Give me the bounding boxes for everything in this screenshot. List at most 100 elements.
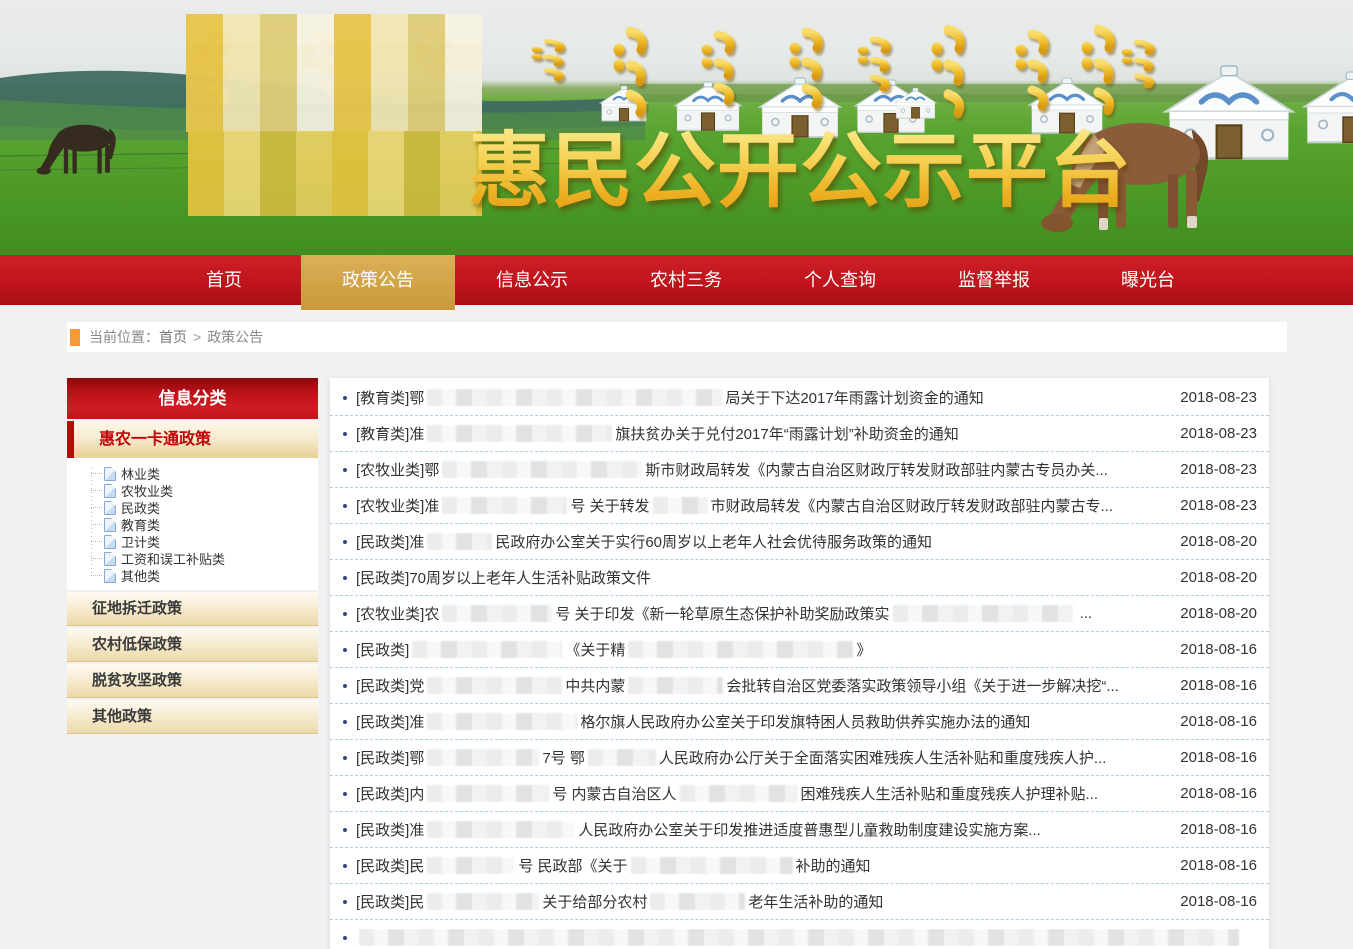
sidebar-sections: 征地拆迁政策农村低保政策脱贫攻坚政策其他政策 (67, 592, 318, 734)
item-date: 2018-08-16 (1180, 713, 1257, 730)
item-title: [农牧业类]鄂斯市财政局转发《内蒙古自治区财政厅转发财政部驻内蒙古专员办关... (356, 459, 1168, 480)
breadcrumb-home-link[interactable]: 首页 (159, 327, 187, 347)
bullet-icon (343, 540, 347, 544)
sidebar-tree: 林业类农牧业类民政类教育类卫计类工资和误工补贴类其他类 (67, 458, 318, 590)
title-text: 格尔旗人民政府办公室关于印发旗特困人员救助供养实施办法的通知 (580, 711, 1030, 732)
item-date: 2018-08-23 (1180, 425, 1257, 442)
bullet-icon (343, 468, 347, 472)
title-text: [民政类] (356, 639, 409, 660)
policy-list-item[interactable]: [农牧业类]农号 关于印发《新一轮草原生态保护补助奖励政策实 ...2018-0… (330, 596, 1269, 632)
policy-list-item[interactable]: [教育类]鄂局关于下达2017年雨露计划资金的通知2018-08-23 (330, 380, 1269, 416)
category-sidebar: 信息分类 惠农一卡通政策 林业类农牧业类民政类教育类卫计类工资和误工补贴类其他类… (67, 378, 318, 734)
title-text: 中共内蒙 (565, 675, 625, 696)
policy-list-item[interactable]: [民政类]准格尔旗人民政府办公室关于印发旗特困人员救助供养实施办法的通知 2018… (330, 704, 1269, 740)
redacted-text (631, 857, 793, 874)
sidebar-tree-item-agriculture-husbandry[interactable]: 农牧业类 (91, 482, 318, 499)
title-text: [农牧业类]鄂 (356, 459, 439, 480)
item-title: [教育类]准旗扶贫办关于兑付2017年“雨露计划”补助资金的通知 (356, 423, 1168, 444)
nav-item-exposure-platform[interactable]: 曝光台 (1071, 255, 1225, 305)
item-title: [民政类]鄂7号 鄂人民政府办公厅关于全面落实困难残疾人生活补贴和重度残疾人护.… (356, 747, 1168, 768)
bullet-icon (343, 648, 347, 652)
bullet-icon (343, 864, 347, 868)
title-text: 7号 鄂 (542, 747, 585, 768)
title-text: [农牧业类]准 (356, 495, 439, 516)
sidebar-section-rural-subsistence-policy[interactable]: 农村低保政策 (67, 628, 318, 662)
policy-list-item[interactable]: [民政类]民号 民政部《关于补助的通知2018-08-16 (330, 848, 1269, 884)
title-text: 人民政府办公厅关于全面落实困难残疾人生活补贴和重度残疾人护... (659, 747, 1107, 768)
bullet-icon (343, 756, 347, 760)
document-icon (104, 501, 116, 515)
item-date: 2018-08-16 (1180, 749, 1257, 766)
title-text: 号 民政部《关于 (518, 855, 627, 876)
sidebar-tree-item-health-family-planning[interactable]: 卫计类 (91, 533, 318, 550)
sidebar-tree-item-civil-affairs[interactable]: 民政类 (91, 499, 318, 516)
policy-list-item[interactable]: [民政类]70周岁以上老年人生活补贴政策文件 2018-08-20 (330, 560, 1269, 596)
item-date: 2018-08-16 (1180, 785, 1257, 802)
policy-list-item[interactable]: [民政类]民关于给部分农村老年生活补助的通知2018-08-16 (330, 884, 1269, 920)
sidebar-tree-item-education[interactable]: 教育类 (91, 516, 318, 533)
sidebar-header: 信息分类 (67, 378, 318, 419)
policy-list-item[interactable]: [农牧业类]准号 关于转发市财政局转发《内蒙古自治区财政厅转发财政部驻内蒙古专.… (330, 488, 1269, 524)
bullet-icon (343, 792, 347, 796)
title-text: 《关于精 (565, 639, 625, 660)
bullet-icon (343, 504, 347, 508)
item-title: [民政类]准人民政府办公室关于印发推进适度普惠型儿童救助制度建设实施方案... (356, 819, 1168, 840)
title-text: 号 关于印发《新一轮草原生态保护补助奖励政策实 (555, 603, 889, 624)
sidebar-tree-item-others[interactable]: 其他类 (91, 567, 318, 584)
title-text: [农牧业类]农 (356, 603, 439, 624)
policy-list-item[interactable]: [教育类]准旗扶贫办关于兑付2017年“雨露计划”补助资金的通知 2018-08-… (330, 416, 1269, 452)
item-date: 2018-08-20 (1180, 569, 1257, 586)
content-area: 信息分类 惠农一卡通政策 林业类农牧业类民政类教育类卫计类工资和误工补贴类其他类… (67, 378, 1287, 949)
nav-item-info-disclosure[interactable]: 信息公示 (455, 255, 609, 305)
breadcrumb-separator: > (193, 329, 201, 345)
breadcrumb-current: 政策公告 (207, 327, 263, 347)
sidebar-section-huinong-card-policy[interactable]: 惠农一卡通政策 (67, 421, 318, 458)
redacted-text (427, 893, 539, 910)
redacted-text (893, 605, 1073, 622)
sidebar-section-poverty-alleviation-policy[interactable]: 脱贫攻坚政策 (67, 664, 318, 698)
nav-item-policy-notice[interactable]: 政策公告 (301, 255, 455, 310)
policy-list-item[interactable]: [民政类]鄂7号 鄂人民政府办公厅关于全面落实困难残疾人生活补贴和重度残疾人护.… (330, 740, 1269, 776)
redacted-mosaic-title (188, 131, 482, 216)
sidebar-tree-item-wages-compensation[interactable]: 工资和误工补贴类 (91, 550, 318, 567)
nav-item-supervision-report[interactable]: 监督举报 (917, 255, 1071, 305)
item-title: [民政类]准格尔旗人民政府办公室关于印发旗特困人员救助供养实施办法的通知 (356, 711, 1168, 732)
policy-list-item[interactable]: [民政类]内号 内蒙古自治区人困难残疾人生活补贴和重度残疾人护理补贴...201… (330, 776, 1269, 812)
tree-connector (91, 507, 102, 508)
bullet-icon (343, 936, 347, 940)
sidebar-section-land-acquisition-policy[interactable]: 征地拆迁政策 (67, 592, 318, 626)
policy-list-item[interactable]: [民政类]党中共内蒙会批转自治区党委落实政策领导小组《关于进一步解决挖“...2… (330, 668, 1269, 704)
policy-list: [教育类]鄂局关于下达2017年雨露计划资金的通知2018-08-23[教育类]… (330, 378, 1269, 949)
bullet-icon (343, 576, 347, 580)
tree-item-label: 其他类 (121, 566, 160, 585)
sidebar-section-other-policy[interactable]: 其他政策 (67, 700, 318, 734)
redacted-text (427, 785, 549, 802)
tree-connector (91, 558, 102, 559)
redacted-text (427, 713, 577, 730)
redacted-text (412, 641, 562, 658)
title-text: 民政府办公室关于实行60周岁以上老年人社会优待服务政策的通知 (495, 531, 932, 552)
sidebar-tree-item-forestry[interactable]: 林业类 (91, 465, 318, 482)
redacted-text (427, 857, 515, 874)
title-text: [民政类]70周岁以上老年人生活补贴政策文件 (356, 567, 651, 588)
nav-item-home[interactable]: 首页 (147, 255, 301, 305)
document-icon (104, 484, 116, 498)
bullet-icon (343, 612, 347, 616)
redacted-text (427, 749, 539, 766)
policy-list-item[interactable]: [民政类]准民政府办公室关于实行60周岁以上老年人社会优待服务政策的通知2018… (330, 524, 1269, 560)
title-text: 困难残疾人生活补贴和重度残疾人护理补贴... (801, 783, 1099, 804)
item-title: [农牧业类]准号 关于转发市财政局转发《内蒙古自治区财政厅转发财政部驻内蒙古专.… (356, 495, 1168, 516)
item-date: 2018-08-23 (1180, 497, 1257, 514)
nav-item-personal-inquiry[interactable]: 个人查询 (763, 255, 917, 305)
header-banner: 惠民公开公示平台 (0, 0, 1353, 255)
policy-list-item[interactable]: [民政类]《关于精》2018-08-16 (330, 632, 1269, 668)
document-icon (104, 535, 116, 549)
redacted-text (650, 893, 745, 910)
policy-list-item[interactable]: [民政类]准人民政府办公室关于印发推进适度普惠型儿童救助制度建设实施方案...2… (330, 812, 1269, 848)
bullet-icon (343, 900, 347, 904)
nav-item-rural-three-affairs[interactable]: 农村三务 (609, 255, 763, 305)
redacted-text (442, 605, 552, 622)
policy-list-item[interactable]: [农牧业类]鄂斯市财政局转发《内蒙古自治区财政厅转发财政部驻内蒙古专员办关...… (330, 452, 1269, 488)
tree-connector (91, 541, 102, 542)
policy-list-item[interactable] (330, 920, 1269, 949)
